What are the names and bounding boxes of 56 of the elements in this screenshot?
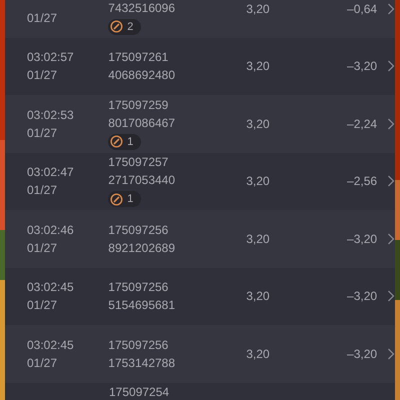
chevron-right-icon (387, 118, 395, 130)
row-time: 03:02:47 (27, 165, 75, 180)
row-amount: 3,20 (246, 346, 270, 361)
row-date: 01/27 (27, 356, 58, 370)
row-amount: 3,20 (246, 116, 270, 131)
row-date: 01/27 (27, 298, 58, 312)
row-date: 01/27 (27, 183, 58, 198)
row-time: 03:02:53 (27, 108, 75, 122)
row-time: 03:02:57 (27, 50, 75, 64)
row-amount: 3,20 (246, 232, 270, 246)
row-date: 01/27 (27, 240, 58, 255)
row-result: –2,56 (347, 174, 378, 188)
chevron-right-icon (387, 2, 395, 15)
chevron-right-icon (387, 60, 395, 72)
list-row[interactable]: 03:02:53 01/27 175097259 8017086467 1 3,20 –2,24 (5, 95, 395, 152)
row-amount: 3,20 (246, 174, 270, 188)
order-number: 175097259 (108, 98, 168, 112)
row-amount: 3,20 (246, 289, 270, 304)
row-result: –3,20 (347, 289, 378, 304)
order-number: 175097257 (108, 155, 168, 170)
row-result: –3,20 (347, 59, 378, 74)
order-number: 175097256 (108, 222, 168, 237)
list-row[interactable]: 03:02:45 01/27 175097256 1753142788 3,20 –3,20 (5, 325, 395, 382)
order-number: 5154695681 (108, 298, 176, 312)
row-time: 03:02:45 (27, 280, 75, 294)
count-badge: 2 (108, 18, 142, 35)
order-number: 2717053440 (108, 173, 176, 188)
order-number: 8921202689 (108, 240, 176, 255)
row-result: –0,64 (347, 2, 378, 16)
order-number: 175097256 (108, 280, 168, 294)
row-result: –3,20 (347, 346, 378, 361)
count-badge: 1 (108, 134, 142, 150)
list-row[interactable]: 01/27 7432516096 2 3,20 –0,64 (5, 0, 395, 38)
chevron-right-icon (387, 348, 395, 360)
row-date: 01/27 (27, 10, 58, 25)
row-time: 03:02:46 (27, 222, 75, 237)
chevron-right-icon (387, 175, 395, 188)
row-result: –2,24 (347, 116, 378, 131)
order-number: 175097254 (109, 384, 170, 398)
chevron-right-icon (387, 232, 395, 245)
row-date: 01/27 (27, 126, 58, 140)
order-number: 4068692480 (108, 68, 176, 82)
row-time: 03:02:45 (27, 338, 75, 352)
list-row[interactable]: 03:02:46 01/27 175097256 8921202689 3,20 –3,20 (5, 210, 395, 268)
row-amount: 3,20 (246, 59, 270, 74)
order-number: 7432516096 (108, 0, 176, 15)
list-row[interactable]: 03:02:47 01/27 175097257 2717053440 1 3,20 –2,56 (5, 152, 395, 210)
order-number: 175097261 (108, 50, 168, 64)
count-badge: 1 (108, 191, 142, 208)
row-date: 01/27 (27, 68, 58, 82)
chevron-right-icon (387, 290, 395, 302)
order-number: 8017086467 (108, 116, 176, 130)
row-amount: 3,20 (246, 2, 270, 16)
row-result: –3,20 (347, 232, 378, 246)
order-number: 1753142788 (108, 356, 176, 370)
order-number: 175097256 (108, 338, 168, 352)
